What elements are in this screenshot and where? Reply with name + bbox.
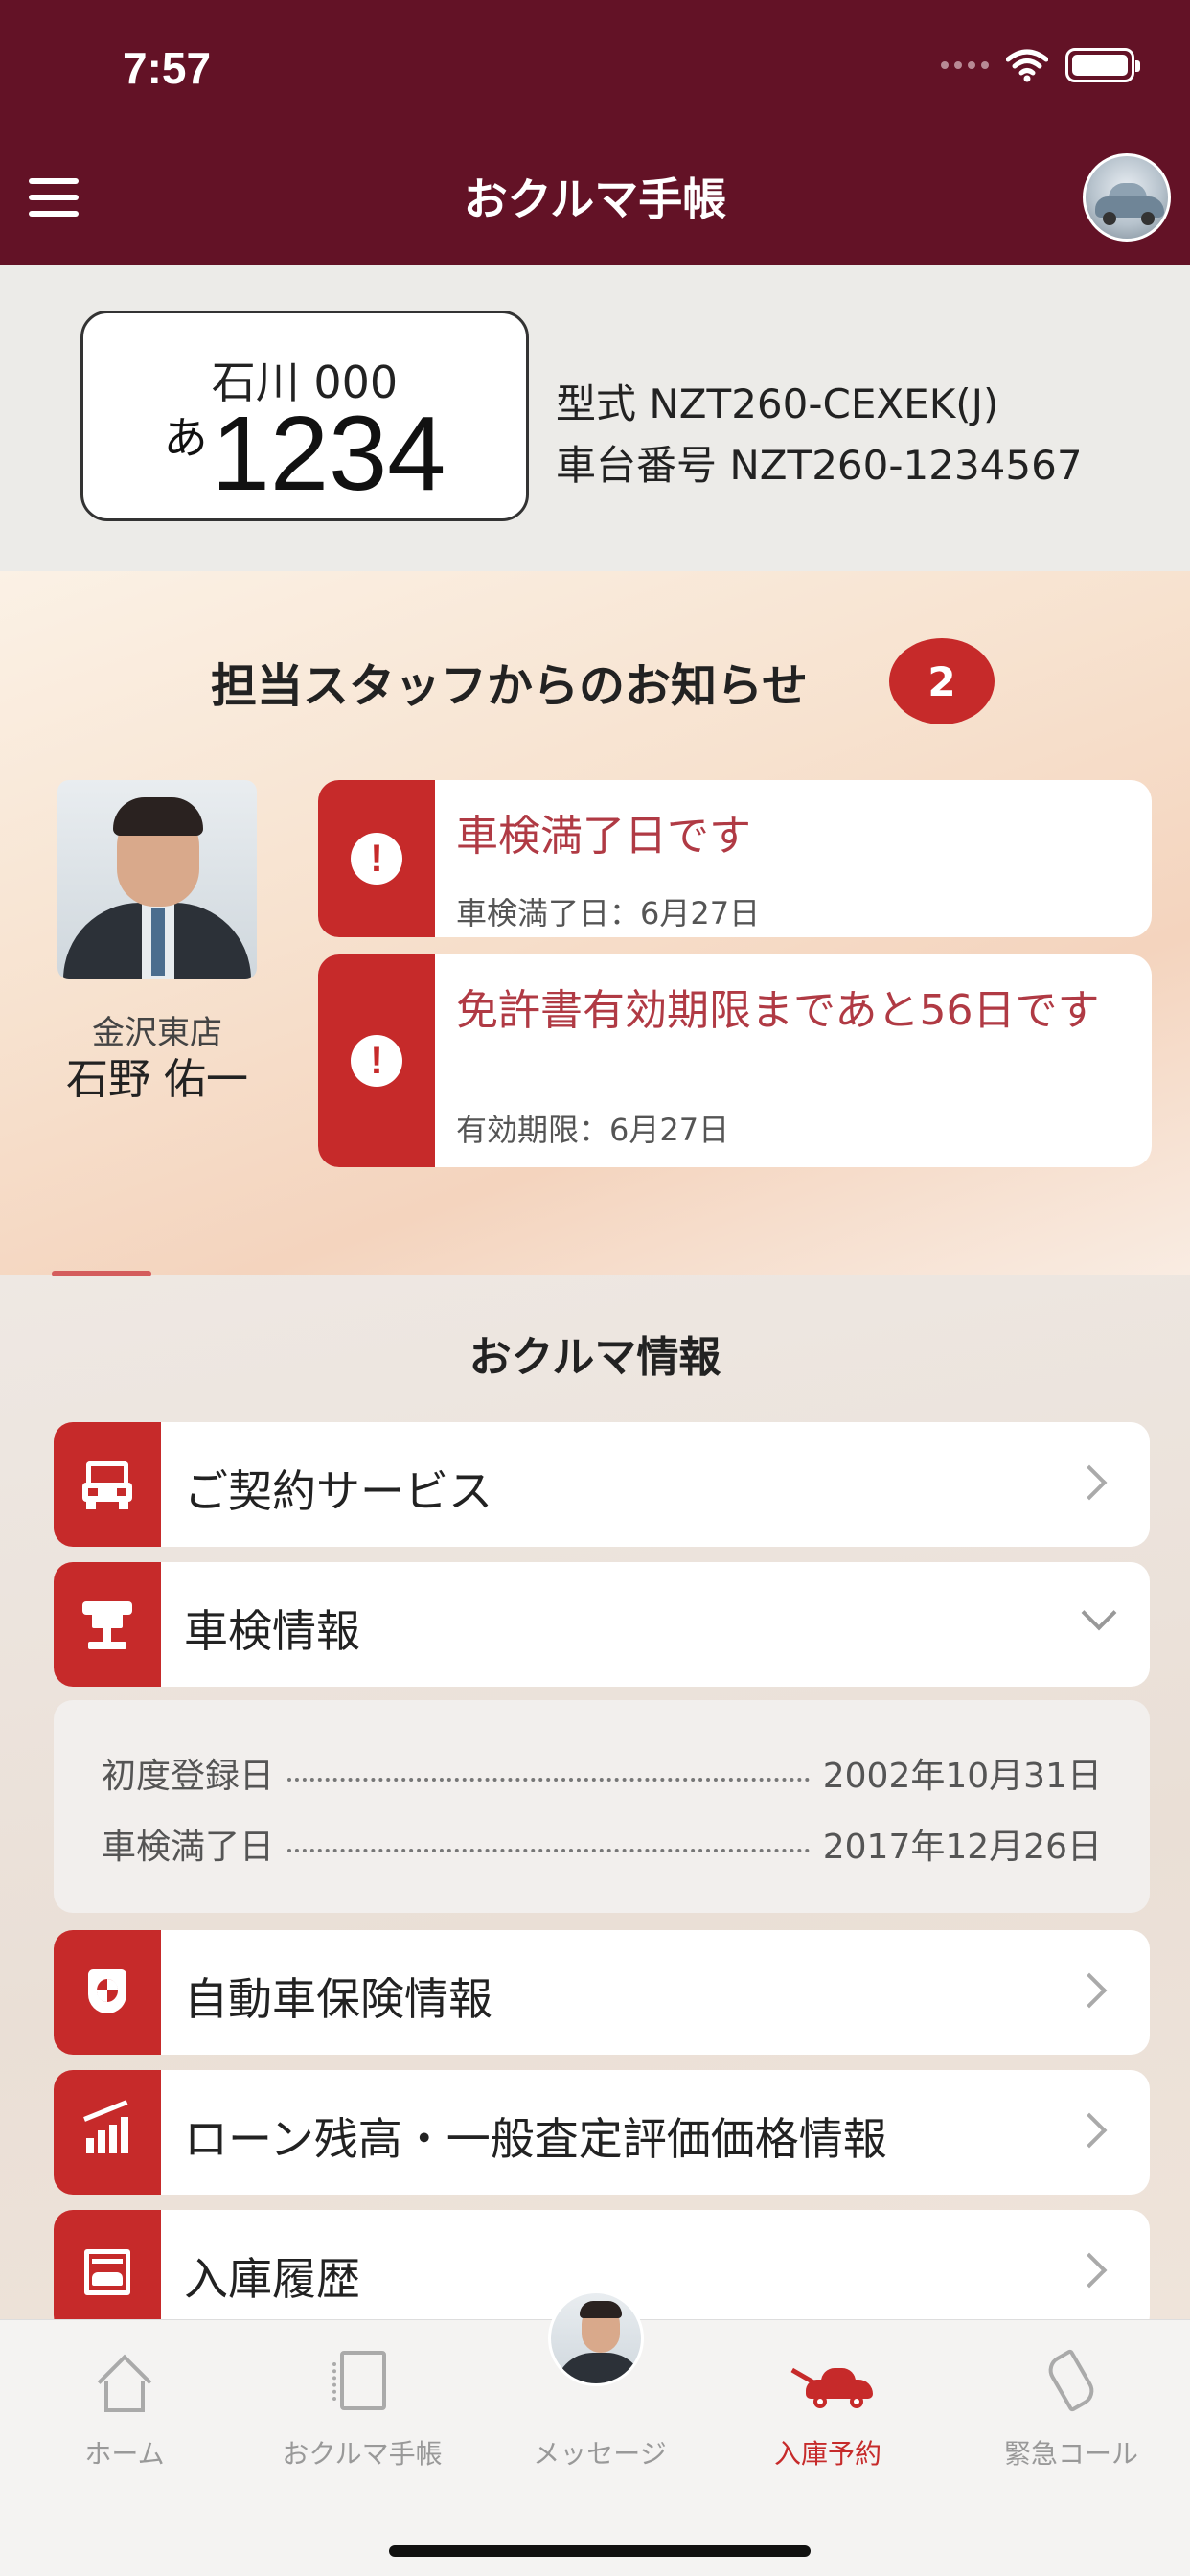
contract-services-row[interactable]: ご契約サービス [54, 1422, 1150, 1547]
inspection-details: 初度登録日 2002年10月31日 車検満了日 2017年12月26日 [54, 1700, 1150, 1913]
detail-key: 初度登録日 [102, 1757, 275, 1796]
notice-message: 免許書有効期限まであと56日です [456, 986, 1100, 1035]
app-header: 7:57 おクルマ手帳 [0, 0, 1190, 264]
cellular-signal-icon [941, 61, 989, 69]
detail-line: 車検満了日 2017年12月26日 [102, 1819, 1102, 1869]
license-plate: 石川 000 あ1234 [80, 310, 529, 521]
row-label: ローン残高・一般査定評価価格情報 [184, 2113, 887, 2165]
garage-icon [82, 2247, 132, 2297]
section-accent [52, 1271, 151, 1276]
notice-card[interactable]: ! 免許書有効期限まであと56日です 有効期限：6月27日 [318, 954, 1152, 1167]
insurance-info-row[interactable]: 自動車保険情報 [54, 1930, 1150, 2055]
wifi-icon [1006, 49, 1048, 82]
vehicle-summary: 石川 000 あ1234 型式 NZT260-CEXEK(J) 車台番号 NZT… [0, 264, 1190, 571]
status-icons [941, 46, 1140, 84]
phone-icon [1042, 2348, 1100, 2413]
staff-notices: 担当スタッフからのお知らせ 2 金沢東店 石野 佑一 ! 車検満了日です 車検満… [0, 571, 1190, 1275]
staff-name: 石野 佑一 [66, 1055, 248, 1104]
vehicle-chassis: 車台番号 NZT260-1234567 [556, 442, 1083, 489]
status-time: 7:57 [123, 43, 212, 93]
tab-label: メッセージ [533, 2438, 667, 2470]
car-front-icon [82, 1460, 132, 1509]
plate-number-line: あ1234 [83, 402, 526, 507]
notice-message: 車検満了日です [456, 812, 751, 861]
notebook-icon [332, 2351, 386, 2410]
home-indicator[interactable] [389, 2545, 811, 2557]
vehicle-avatar[interactable] [1083, 153, 1171, 242]
chevron-down-icon[interactable] [1081, 1595, 1117, 1631]
detail-value: 2002年10月31日 [822, 1757, 1102, 1796]
battery-icon [1065, 48, 1140, 82]
tab-label: 緊急コール [1003, 2438, 1138, 2470]
chevron-right-icon [1071, 2112, 1108, 2149]
staff-avatar[interactable] [548, 2290, 644, 2386]
chevron-right-icon [1071, 2252, 1108, 2288]
row-label: ご契約サービス [184, 1465, 492, 1517]
staff-photo [57, 780, 257, 979]
vehicle-info: 型式 NZT260-CEXEK(J) 車台番号 NZT260-1234567 [556, 374, 1083, 496]
tab-service-booking[interactable]: 入庫予約 [709, 2345, 947, 2472]
alert-icon: ! [351, 1035, 402, 1087]
tab-label: 入庫予約 [773, 2438, 881, 2470]
tab-notebook[interactable]: おクルマ手帳 [243, 2345, 481, 2472]
detail-key: 車検満了日 [102, 1828, 275, 1867]
car-info-title: おクルマ情報 [469, 1333, 721, 1382]
loan-appraisal-row[interactable]: ローン残高・一般査定評価価格情報 [54, 2070, 1150, 2195]
page-title: おクルマ手帳 [463, 173, 727, 225]
notice-card[interactable]: ! 車検満了日です 車検満了日：6月27日 [318, 780, 1152, 937]
bar-chart-icon [82, 2100, 132, 2157]
tab-label: ホーム [84, 2438, 165, 2470]
detail-line: 初度登録日 2002年10月31日 [102, 1748, 1102, 1798]
alert-icon: ! [351, 833, 402, 885]
car-info-section: おクルマ情報 ご契約サービス 車検情報 初度登録日 2002年10月31日 車検… [0, 1275, 1190, 2334]
insurance-shield-icon [82, 1967, 132, 2017]
chevron-right-icon [1071, 1464, 1108, 1501]
detail-value: 2017年12月26日 [822, 1828, 1102, 1867]
notices-title: 担当スタッフからのお知らせ [211, 659, 809, 713]
vehicle-model: 型式 NZT260-CEXEK(J) [556, 380, 999, 427]
notice-detail: 車検満了日：6月27日 [456, 895, 761, 932]
plate-kana: あ [163, 412, 208, 464]
inspection-info-row[interactable]: 車検情報 [54, 1562, 1150, 1687]
tab-home[interactable]: ホーム [6, 2345, 243, 2472]
notice-detail: 有効期限：6月27日 [456, 1112, 730, 1148]
home-icon [97, 2354, 152, 2412]
plate-number: 1234 [211, 395, 446, 513]
car-lift-icon [82, 1599, 132, 1649]
tab-label: おクルマ手帳 [282, 2438, 443, 2470]
notices-count-badge: 2 [889, 638, 995, 724]
row-label: 自動車保険情報 [184, 1973, 492, 2025]
row-label: 車検情報 [184, 1605, 360, 1657]
row-label: 入庫履歴 [184, 2253, 360, 2305]
chevron-right-icon [1071, 1972, 1108, 2009]
tow-truck-icon [789, 2366, 873, 2408]
tab-emergency-call[interactable]: 緊急コール [952, 2345, 1190, 2472]
